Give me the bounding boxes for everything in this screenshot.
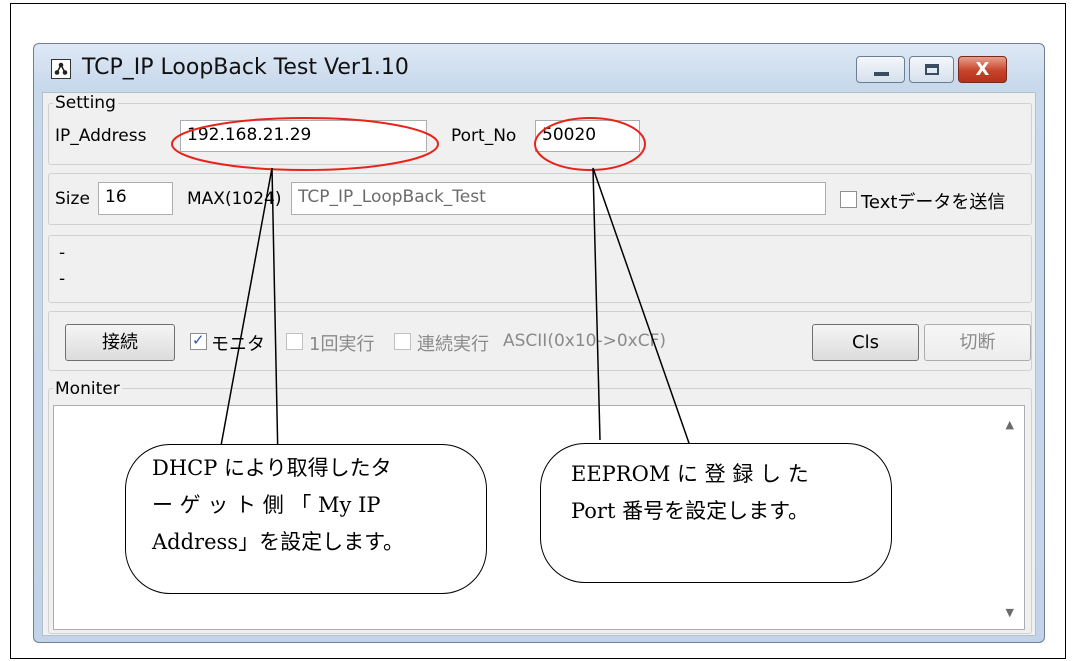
left-pointer-line [217,167,279,463]
right-pointer-line [592,167,691,447]
ip-callout-line-1: DHCP により取得したタ [152,456,392,480]
ip-highlight-ellipse [171,117,439,171]
port-callout-line-2: Port 番号を設定します。 [571,499,809,523]
ip-callout-line-2: ー ゲ ッ ト 側 「 My IP [152,493,381,517]
ip-address-callout: DHCP により取得したタ ー ゲ ッ ト 側 「 My IP Address」… [125,444,487,594]
port-callout-line-1: EEPROM に 登 録 し た [571,462,809,486]
port-highlight-ellipse [534,117,646,171]
ip-callout-line-3: Address」を設定します。 [152,530,404,554]
port-no-callout: EEPROM に 登 録 し た Port 番号を設定します。 [540,443,892,583]
